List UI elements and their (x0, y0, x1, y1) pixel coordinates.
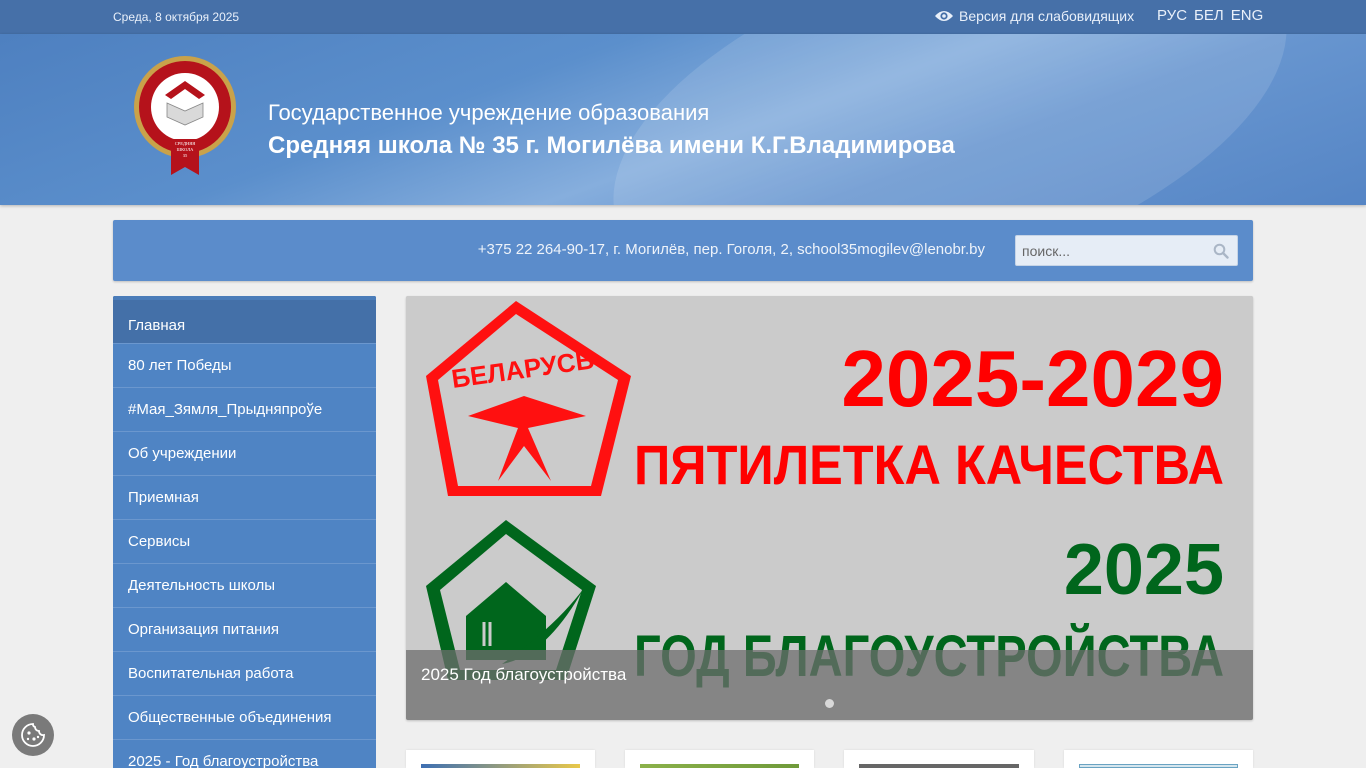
sidebar-item-catering[interactable]: Организация питания (113, 608, 376, 652)
news-slider[interactable]: БЕЛАРУСЬ 2025-2029 ПЯТИЛЕТКА КАЧЕСТВА 20… (406, 296, 1253, 720)
sidebar-item-about[interactable]: Об учреждении (113, 432, 376, 476)
sidebar-item-upbringing[interactable]: Воспитательная работа (113, 652, 376, 696)
slide-caption[interactable]: 2025 Год благоустройства (406, 650, 1253, 720)
slider-dot[interactable] (825, 699, 834, 708)
search-box (1015, 235, 1238, 266)
sidebar-item-services[interactable]: Сервисы (113, 520, 376, 564)
low-vision-label: Версия для слабовидящих (959, 8, 1135, 24)
org-type: Государственное учреждение образования (268, 100, 710, 125)
search-icon[interactable] (1213, 243, 1229, 259)
news-card[interactable] (625, 750, 814, 768)
sidebar-item-victory-80[interactable]: 80 лет Победы (113, 344, 376, 388)
cookie-settings-button[interactable] (12, 714, 54, 756)
lang-eng[interactable]: ENG (1231, 7, 1264, 24)
banner-years: 2025-2029 (841, 334, 1224, 423)
sidebar-item-associations[interactable]: Общественные объединения (113, 696, 376, 740)
news-card-thumbnail[interactable] (421, 764, 580, 768)
news-card[interactable] (844, 750, 1034, 768)
sidebar-menu: Главная 80 лет Победы #Мая_Зямля_Прыдняп… (113, 296, 376, 768)
banner-quality-title: ПЯТИЛЕТКА КАЧЕСТВА (634, 433, 1224, 496)
news-card-thumbnail[interactable] (1079, 764, 1238, 768)
language-switcher: РУС БЕЛ ENG (1157, 7, 1263, 24)
sidebar-item-reception[interactable]: Приемная (113, 476, 376, 520)
news-card[interactable] (406, 750, 595, 768)
search-input[interactable] (1016, 236, 1206, 265)
lang-bel[interactable]: БЕЛ (1194, 7, 1224, 24)
lang-rus[interactable]: РУС (1157, 7, 1187, 24)
news-card[interactable] (1064, 750, 1253, 768)
sidebar-item-my-land[interactable]: #Мая_Зямля_Прыдняпроўе (113, 388, 376, 432)
slide-caption-text: 2025 Год благоустройства (421, 665, 627, 684)
banner-year: 2025 (1064, 530, 1224, 610)
sidebar-item-home[interactable]: Главная (113, 296, 376, 344)
logo-year: 1981 (178, 129, 193, 137)
current-date: Среда, 8 октября 2025 (113, 10, 240, 24)
school-name[interactable]: Средняя школа № 35 г. Могилёва имени К.Г… (268, 132, 955, 160)
news-card-thumbnail[interactable] (859, 764, 1019, 768)
cookie-icon (21, 723, 45, 747)
site-header: 1981 СРЕДНЯЯ ШКОЛА 35 Государственное уч… (0, 34, 1366, 205)
logo-text-2: ШКОЛА (177, 147, 195, 152)
school-logo[interactable]: 1981 СРЕДНЯЯ ШКОЛА 35 (133, 55, 239, 177)
sidebar-item-improvement-year[interactable]: 2025 - Год благоустройства (113, 740, 376, 768)
logo-text-1: СРЕДНЯЯ (175, 141, 196, 146)
sidebar-item-activities[interactable]: Деятельность школы (113, 564, 376, 608)
logo-text-3: 35 (183, 153, 188, 158)
news-card-thumbnail[interactable] (640, 764, 799, 768)
contact-bar: +375 22 264-90-17, г. Могилёв, пер. Гого… (113, 220, 1253, 281)
eye-icon (935, 11, 953, 21)
top-bar: Среда, 8 октября 2025 Версия для слабови… (0, 0, 1366, 34)
low-vision-version-link[interactable]: Версия для слабовидящих (934, 8, 1134, 24)
contact-info: +375 22 264-90-17, г. Могилёв, пер. Гого… (477, 241, 985, 258)
